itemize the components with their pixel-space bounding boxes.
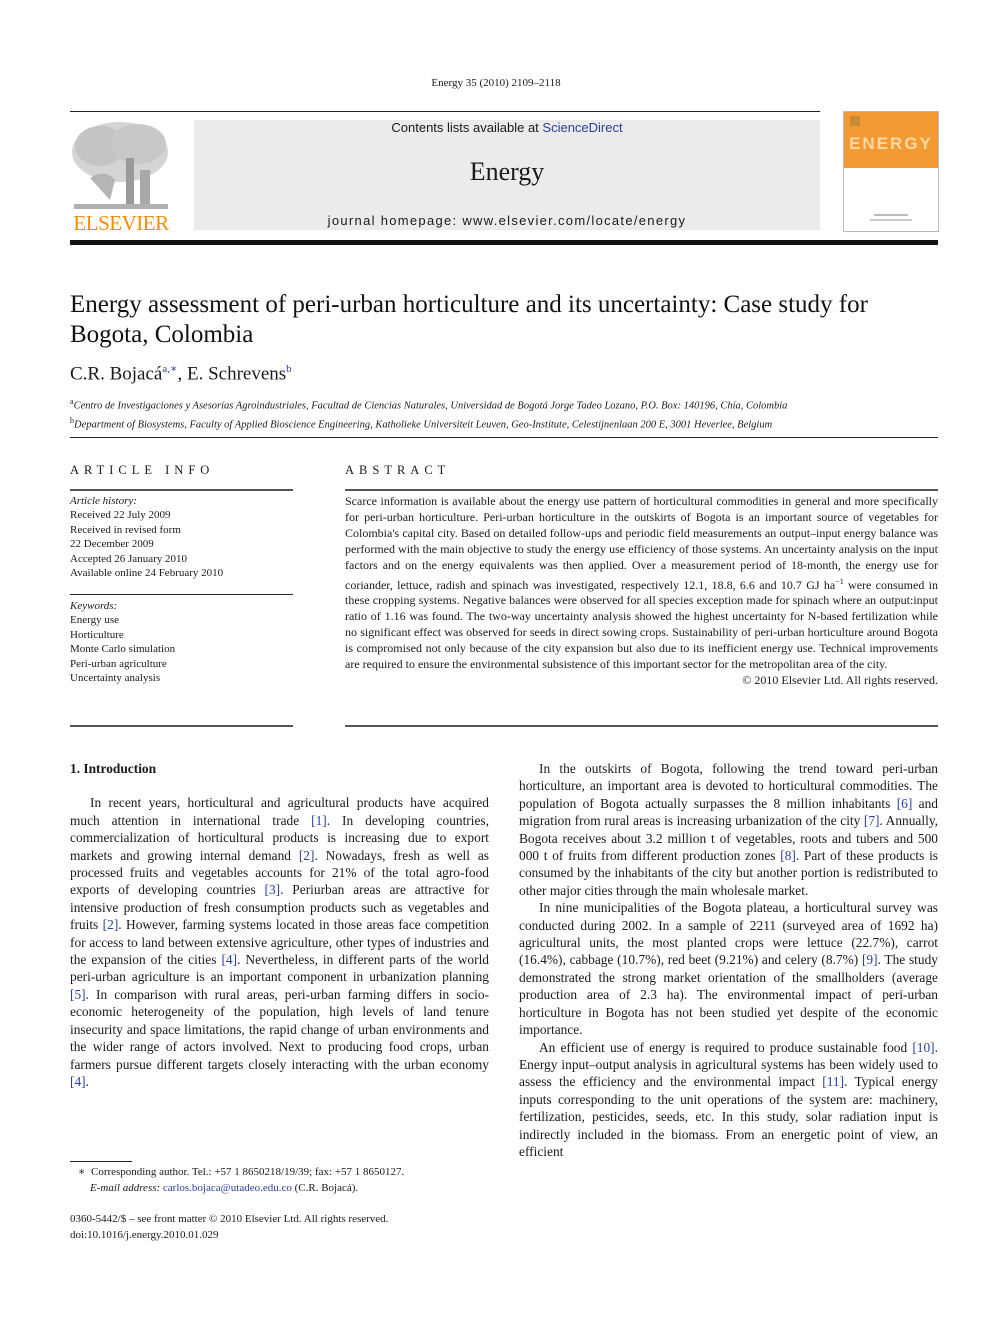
divider xyxy=(70,489,293,491)
email-note: E-mail address: carlos.bojaca@utadeo.edu… xyxy=(78,1181,404,1197)
tree-icon xyxy=(72,122,168,209)
history-item: Accepted 26 January 2010 xyxy=(70,552,187,565)
footnote: ∗ Corresponding author. Tel.: +57 1 8650… xyxy=(78,1165,404,1196)
affiliations: aCentro de Investigaciones y Asesorías A… xyxy=(70,395,940,432)
article-history: Article history: Received 22 July 2009 R… xyxy=(70,494,293,580)
issn-line: 0360-5442/$ – see front matter © 2010 El… xyxy=(70,1213,389,1225)
footnote-text: Corresponding author. Tel.: +57 1 865021… xyxy=(90,1166,405,1178)
body-text: In the outskirts of Bogota, following th… xyxy=(519,761,938,811)
abstract-copyright: © 2010 Elsevier Ltd. All rights reserved… xyxy=(742,672,938,687)
affiliation-a: aCentro de Investigaciones y Asesorías A… xyxy=(70,395,940,414)
divider xyxy=(70,437,938,438)
abstract-heading: ABSTRACT xyxy=(345,463,451,477)
front-matter: 0360-5442/$ – see front matter © 2010 El… xyxy=(70,1212,388,1243)
divider xyxy=(345,725,938,727)
keywords: Keywords: Energy use Horticulture Monte … xyxy=(70,599,293,685)
body-text: . In comparison with rural areas, peri-u… xyxy=(70,986,489,1072)
body-text: . xyxy=(85,1073,89,1089)
sciencedirect-link[interactable]: ScienceDirect xyxy=(542,120,622,135)
citation-link[interactable]: [7] xyxy=(864,813,880,828)
citation-link[interactable]: [4] xyxy=(221,952,237,967)
footnote-mark: ∗ xyxy=(78,1166,86,1178)
history-item: 22 December 2009 xyxy=(70,538,154,551)
history-label: Article history: xyxy=(70,495,137,507)
citation-link[interactable]: [11] xyxy=(822,1074,844,1089)
cover-footer-mark xyxy=(870,219,912,221)
body-column-left: 1. Introduction In recent years, horticu… xyxy=(70,760,489,1090)
email-suffix: (C.R. Bojacá). xyxy=(291,1181,359,1194)
section-heading: 1. Introduction xyxy=(70,761,157,776)
contents-line: Contents lists available at ScienceDirec… xyxy=(194,120,820,135)
body-paragraph: In nine municipalities of the Bogota pla… xyxy=(519,899,938,1038)
journal-name: Energy xyxy=(469,157,545,186)
author-marks[interactable]: b xyxy=(286,363,292,375)
citation-link[interactable]: [2] xyxy=(103,917,119,932)
journal-masthead: Contents lists available at ScienceDirec… xyxy=(194,120,820,230)
citation-link[interactable]: [1] xyxy=(311,813,327,828)
affiliation-text: Centro de Investigaciones y Asesorías Ag… xyxy=(73,400,788,412)
author-name[interactable]: C.R. Bojacá xyxy=(70,363,162,384)
citation-link[interactable]: [9] xyxy=(862,952,878,967)
citation-link[interactable]: [10] xyxy=(912,1040,934,1055)
corresponding-author-note: ∗ Corresponding author. Tel.: +57 1 8650… xyxy=(78,1165,404,1181)
citation-link[interactable]: [5] xyxy=(70,987,86,1002)
citation-link[interactable]: [4] xyxy=(70,1074,86,1089)
affiliation-b: bDepartment of Biosystems, Faculty of Ap… xyxy=(70,414,940,433)
email-link[interactable]: carlos.bojaca@utadeo.edu.co xyxy=(163,1182,292,1194)
body-column-right: In the outskirts of Bogota, following th… xyxy=(519,760,938,1160)
article-title: Energy assessment of peri-urban horticul… xyxy=(70,291,868,348)
cover-footer-mark xyxy=(874,214,908,216)
body-text: An efficient use of energy is required t… xyxy=(539,1039,913,1055)
history-item: Received 22 July 2009 xyxy=(70,509,171,522)
keyword: Horticulture xyxy=(70,628,124,641)
keyword: Peri-urban agriculture xyxy=(70,657,167,670)
doi[interactable]: doi:10.1016/j.energy.2010.01.029 xyxy=(70,1228,388,1244)
keyword: Uncertainty analysis xyxy=(70,672,161,685)
divider xyxy=(70,594,293,595)
contents-prefix: Contents lists available at xyxy=(391,120,543,135)
history-item: Available online 24 February 2010 xyxy=(70,567,224,580)
top-rule xyxy=(70,111,820,112)
keyword: Monte Carlo simulation xyxy=(70,643,176,656)
citation-link[interactable]: [3] xyxy=(265,882,281,897)
elsevier-wordmark[interactable]: ELSEVIER xyxy=(70,211,172,236)
cover-logo-icon xyxy=(850,116,860,126)
footnote-rule xyxy=(70,1161,132,1162)
article-info-heading: ARTICLE INFO xyxy=(70,463,215,477)
body-paragraph: In the outskirts of Bogota, following th… xyxy=(519,760,938,899)
paragraph-container: In recent years, horticultural and agric… xyxy=(70,794,489,1090)
cover-title: ENERGY xyxy=(849,134,933,153)
journal-cover-thumbnail[interactable]: ENERGY xyxy=(843,111,939,232)
author-list: C.R. Bojacáa,∗, E. Schrevensb xyxy=(70,362,292,385)
cover-banner: ENERGY xyxy=(844,112,938,168)
header-thick-rule xyxy=(70,240,938,245)
keyword: Energy use xyxy=(70,614,119,627)
divider xyxy=(70,725,293,727)
paragraph-container: In the outskirts of Bogota, following th… xyxy=(519,760,938,1160)
citation-link[interactable]: [2] xyxy=(299,848,315,863)
divider xyxy=(345,489,938,491)
citation-link[interactable]: [8] xyxy=(780,848,796,863)
abstract-superscript: −1 xyxy=(835,576,844,586)
citation-link[interactable]: [6] xyxy=(897,796,913,811)
body-paragraph: In recent years, horticultural and agric… xyxy=(70,794,489,1090)
author-name[interactable]: E. Schrevens xyxy=(187,363,286,384)
abstract-body: Scarce information is available about th… xyxy=(345,494,938,689)
history-item: Received in revised form xyxy=(70,523,181,536)
body-paragraph: An efficient use of energy is required t… xyxy=(519,1039,938,1161)
author-marks[interactable]: a,∗ xyxy=(162,363,177,375)
affiliation-text: Department of Biosystems, Faculty of App… xyxy=(74,419,773,430)
email-label: E-mail address: xyxy=(90,1181,163,1194)
journal-homepage[interactable]: journal homepage: www.elsevier.com/locat… xyxy=(194,213,820,228)
keywords-label: Keywords: xyxy=(70,600,118,612)
running-head: Energy 35 (2010) 2109–2118 xyxy=(431,77,561,89)
author-separator: , xyxy=(177,363,187,385)
